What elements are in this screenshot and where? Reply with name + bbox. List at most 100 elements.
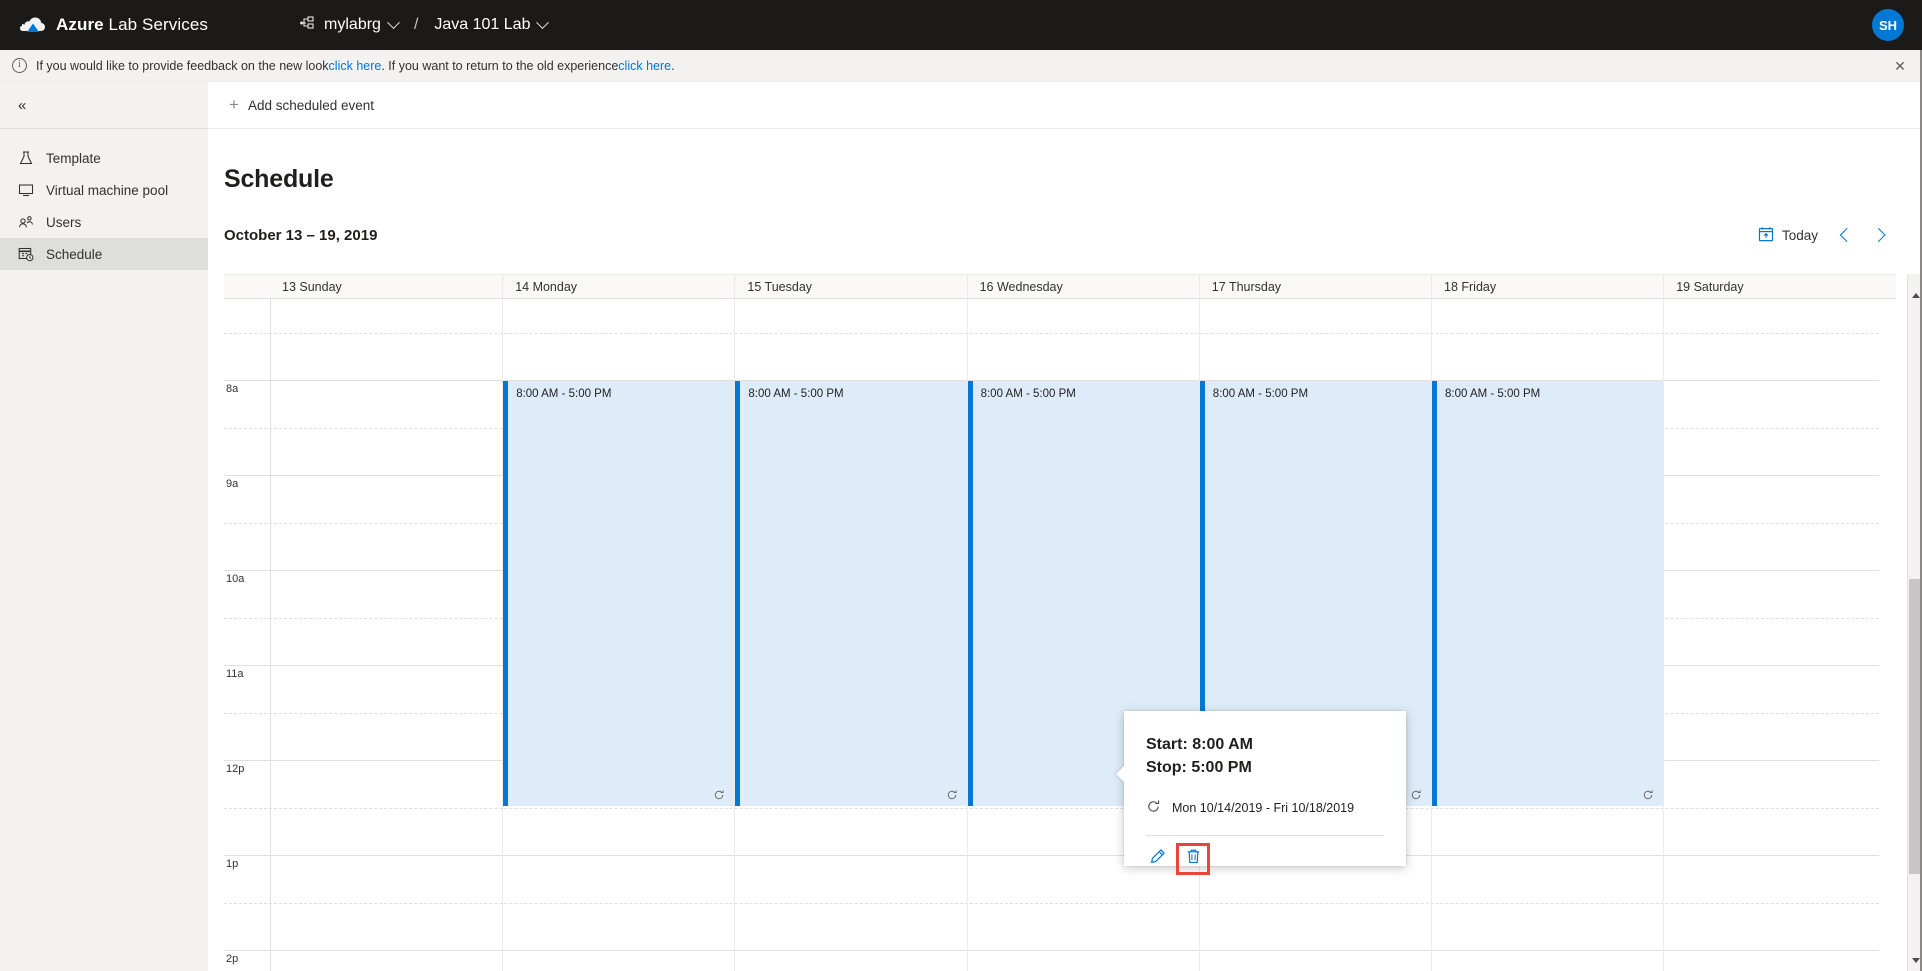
recurrence-icon — [946, 789, 958, 801]
calendar-day-header: 15 Tuesday — [734, 275, 966, 300]
delete-event-button[interactable] — [1178, 845, 1208, 873]
feedback-link[interactable]: click here — [329, 59, 382, 73]
hour-label: 11a — [224, 668, 268, 680]
calendar-day-header: 16 Wednesday — [967, 275, 1199, 300]
trash-icon — [1185, 848, 1202, 870]
popup-times: Start: 8:00 AM Stop: 5:00 PM — [1124, 711, 1406, 779]
calendar-today-icon — [1758, 226, 1774, 245]
calendar-hour-row[interactable]: 1p — [224, 855, 1879, 903]
main-content: + Add scheduled event Schedule October 1… — [208, 82, 1922, 971]
chevron-right-icon[interactable] — [1862, 220, 1898, 250]
hour-label: 12p — [224, 763, 268, 775]
today-button[interactable]: Today — [1750, 222, 1826, 249]
calendar-event-time-label: 8:00 AM - 5:00 PM — [1437, 381, 1663, 400]
brand-logo-group[interactable]: Azure Lab Services — [20, 14, 208, 36]
popup-stop-line: Stop: 5:00 PM — [1146, 756, 1406, 779]
add-scheduled-event-button[interactable]: + Add scheduled event — [223, 93, 380, 118]
calendar-day-header: 19 Saturday — [1663, 275, 1895, 300]
info-icon: i — [12, 58, 27, 73]
calendar-gutter-line — [270, 299, 271, 971]
calendar-day-header: 13 Sunday — [270, 275, 502, 300]
double-chevron-left-icon: « — [18, 97, 24, 114]
page-title: Schedule — [224, 165, 1922, 194]
hour-label: 7a — [224, 299, 268, 300]
breadcrumb-label-resource-group: mylabrg — [324, 16, 381, 34]
calendar-day-header-row: 13 Sunday14 Monday15 Tuesday16 Wednesday… — [224, 274, 1896, 299]
calendar-half-hour-row[interactable] — [224, 903, 1879, 951]
breadcrumb: mylabrg / Java 101 Lab — [300, 16, 547, 35]
old-experience-link[interactable]: click here — [618, 59, 671, 73]
recurrence-icon — [1146, 799, 1161, 817]
recurrence-icon — [713, 789, 725, 801]
calendar-navigation: Today — [1750, 220, 1898, 250]
brand-rest: Lab Services — [104, 15, 208, 34]
breadcrumb-item-lab[interactable]: Java 101 Lab — [434, 16, 547, 34]
plus-icon: + — [229, 98, 239, 112]
resource-group-icon — [300, 16, 316, 35]
hour-label: 8a — [224, 383, 268, 395]
azure-cloud-logo-icon — [20, 14, 46, 36]
avatar[interactable]: SH — [1872, 9, 1904, 41]
notification-text-1: If you would like to provide feedback on… — [36, 59, 329, 73]
calendar-day-header: 14 Monday — [502, 275, 734, 300]
brand-bold: Azure — [56, 15, 104, 34]
calendar-event-time-label: 8:00 AM - 5:00 PM — [973, 381, 1199, 400]
sidebar-item-users[interactable]: Users — [0, 206, 208, 238]
calendar-event[interactable]: 8:00 AM - 5:00 PM — [735, 381, 966, 806]
brand-title: Azure Lab Services — [56, 15, 208, 35]
calendar-column-divider — [1663, 299, 1664, 971]
popup-recurrence-text: Mon 10/14/2019 - Fri 10/18/2019 — [1172, 801, 1354, 815]
calendar-toolbar: October 13 – 19, 2019 Today — [224, 222, 1922, 248]
flask-icon — [18, 150, 34, 166]
sidebar-item-label: Users — [46, 215, 81, 230]
pencil-icon — [1149, 848, 1166, 870]
sidebar-collapse-button[interactable]: « — [0, 82, 208, 129]
sidebar-item-label: Virtual machine pool — [46, 183, 168, 198]
calendar-event[interactable]: 8:00 AM - 5:00 PM — [1432, 381, 1663, 806]
sidebar-item-template[interactable]: Template — [0, 142, 208, 174]
close-icon[interactable]: ✕ — [1892, 58, 1908, 74]
hour-label: 9a — [224, 478, 268, 490]
sidebar-item-label: Schedule — [46, 247, 102, 262]
sidebar-item-label: Template — [46, 151, 101, 166]
sidebar-item-schedule[interactable]: Schedule — [0, 238, 208, 270]
calendar-event-time-label: 8:00 AM - 5:00 PM — [508, 381, 734, 400]
calendar-clock-icon — [18, 246, 34, 262]
popup-beak — [1116, 765, 1125, 783]
notification-bar: i If you would like to provide feedback … — [0, 50, 1922, 82]
edit-event-button[interactable] — [1142, 845, 1172, 873]
hour-label: 2p — [224, 953, 268, 965]
calendar-event-time-label: 8:00 AM - 5:00 PM — [740, 381, 966, 400]
users-icon — [18, 214, 34, 230]
calendar-event-time-label: 8:00 AM - 5:00 PM — [1205, 381, 1431, 400]
recurrence-icon — [1410, 789, 1422, 801]
calendar-hour-row[interactable]: 7a — [224, 299, 1879, 333]
chevron-down-icon[interactable] — [387, 16, 400, 29]
calendar-hour-row[interactable]: 2p — [224, 950, 1879, 971]
calendar-half-hour-row[interactable] — [224, 808, 1879, 856]
today-label: Today — [1782, 228, 1818, 243]
event-details-popup: Start: 8:00 AM Stop: 5:00 PM Mon 10/14/2… — [1124, 711, 1406, 866]
chevron-left-icon[interactable] — [1826, 220, 1862, 250]
notification-text-3: . — [671, 59, 674, 73]
notification-text-2: . If you want to return to the old exper… — [381, 59, 618, 73]
breadcrumb-label-lab: Java 101 Lab — [434, 16, 530, 34]
monitor-icon — [18, 182, 34, 198]
sidebar: « Template Virtual machine pool — [0, 82, 208, 971]
breadcrumb-separator: / — [414, 16, 418, 34]
recurrence-icon — [1642, 789, 1654, 801]
breadcrumb-item-resource-group[interactable]: mylabrg — [300, 16, 398, 35]
calendar: 13 Sunday14 Monday15 Tuesday16 Wednesday… — [224, 274, 1896, 971]
sidebar-item-virtual-machine-pool[interactable]: Virtual machine pool — [0, 174, 208, 206]
calendar-day-header: 18 Friday — [1431, 275, 1663, 300]
top-navigation-bar: Azure Lab Services mylabrg / Java 101 La… — [0, 0, 1922, 50]
hour-label: 10a — [224, 573, 268, 585]
calendar-body[interactable]: 7a8a9a10a11a12p1p2p3p4p5p6p 8:00 AM - 5:… — [224, 299, 1896, 971]
chevron-down-icon[interactable] — [537, 16, 550, 29]
add-scheduled-event-label: Add scheduled event — [248, 98, 374, 113]
popup-actions — [1124, 836, 1406, 873]
calendar-half-hour-row[interactable] — [224, 333, 1879, 381]
calendar-event[interactable]: 8:00 AM - 5:00 PM — [503, 381, 734, 806]
command-bar: + Add scheduled event — [208, 82, 1922, 129]
popup-start-line: Start: 8:00 AM — [1146, 733, 1406, 756]
